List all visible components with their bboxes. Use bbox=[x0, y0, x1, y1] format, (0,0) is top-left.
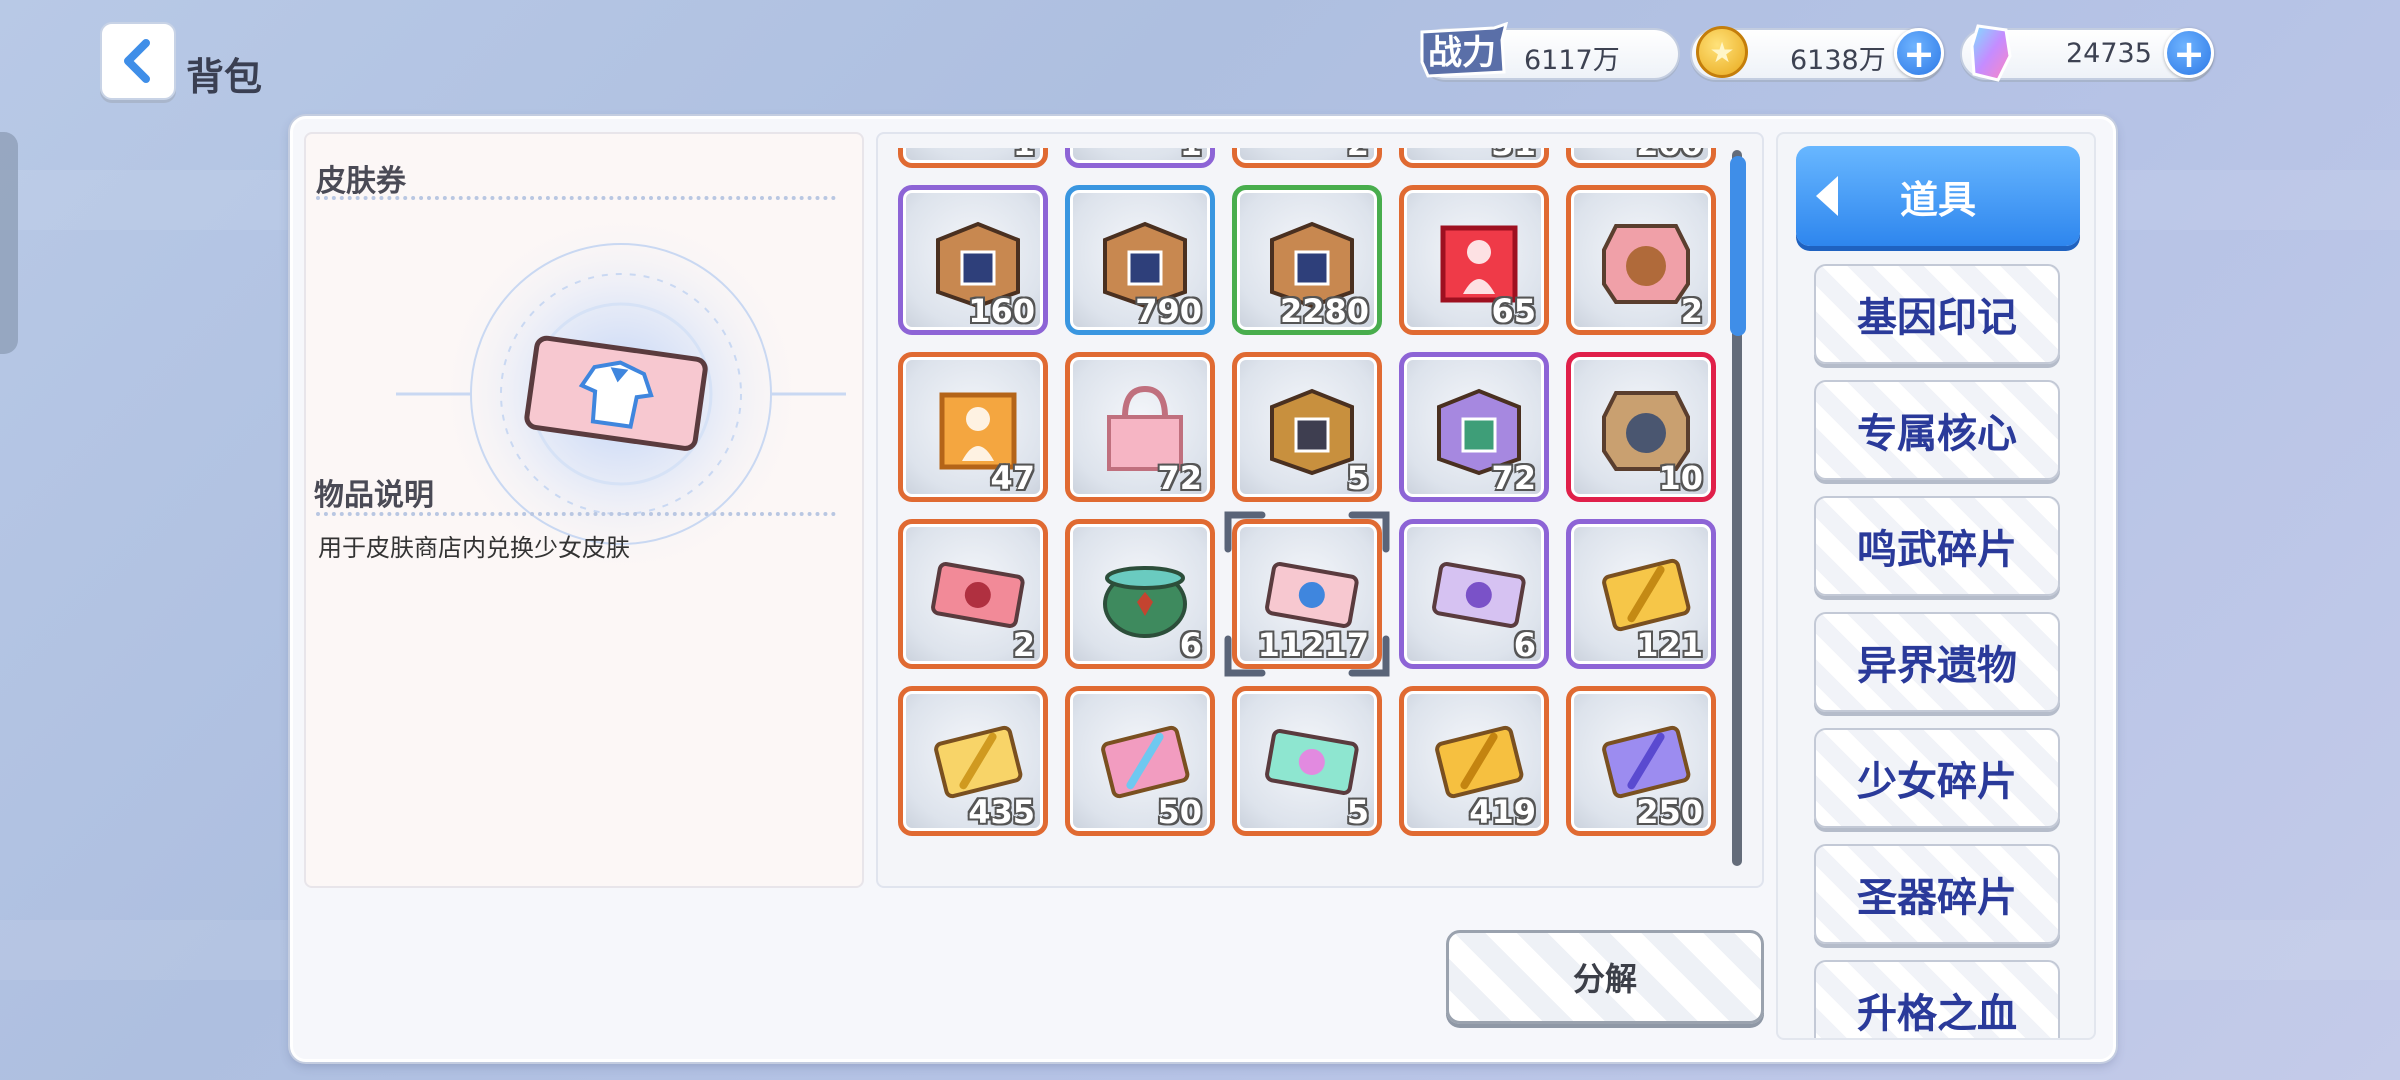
category-tab-weapon-shard[interactable]: 鸣武碎片 bbox=[1814, 496, 2060, 596]
inventory-item[interactable]: 10 bbox=[1566, 352, 1716, 502]
inventory-item[interactable]: 72 bbox=[1399, 352, 1549, 502]
item-name: 皮肤券 bbox=[316, 164, 406, 199]
category-tab-ascension-blood[interactable]: 升格之血 bbox=[1814, 960, 2060, 1038]
inventory-item[interactable]: 1 bbox=[1065, 148, 1215, 168]
gem-value: 24735 bbox=[2066, 38, 2152, 69]
item-count: 2 bbox=[1347, 148, 1369, 163]
item-count: 160 bbox=[968, 292, 1035, 330]
item-count: 50 bbox=[1157, 793, 1202, 831]
side-pull-tab[interactable] bbox=[0, 132, 18, 354]
category-tab-gene-imprint[interactable]: 基因印记 bbox=[1814, 264, 2060, 364]
inventory-item[interactable]: 250 bbox=[1566, 686, 1716, 836]
gold-value: 6138万 bbox=[1790, 45, 1886, 76]
item-count: 72 bbox=[1491, 459, 1536, 497]
inventory-item[interactable]: 2 bbox=[1232, 148, 1382, 168]
back-arrow-icon bbox=[124, 39, 150, 83]
item-count: 200 bbox=[1636, 148, 1703, 163]
inventory-item[interactable]: 65 bbox=[1399, 185, 1549, 335]
item-count: 435 bbox=[968, 793, 1035, 831]
item-count: 31 bbox=[1491, 148, 1536, 163]
description-title: 物品说明 bbox=[314, 478, 434, 513]
item-count: 1 bbox=[1180, 148, 1202, 163]
item-count: 419 bbox=[1469, 793, 1536, 831]
collapse-arrow-icon bbox=[1816, 176, 1838, 216]
page-title: 背包 bbox=[186, 55, 263, 99]
item-count: 2 bbox=[1012, 626, 1035, 664]
item-count: 65 bbox=[1491, 292, 1536, 330]
item-count: 5 bbox=[1346, 793, 1369, 831]
inventory-item[interactable]: 72 bbox=[1065, 352, 1215, 502]
item-count: 10 bbox=[1658, 459, 1703, 497]
inventory-item[interactable]: 2280 bbox=[1232, 185, 1382, 335]
inventory-item[interactable]: 50 bbox=[1065, 686, 1215, 836]
item-grid-viewport[interactable]: 1123120016079022806524772572102611217612… bbox=[898, 148, 1738, 874]
category-tab-girl-shard[interactable]: 少女碎片 bbox=[1814, 728, 2060, 828]
item-count: 2280 bbox=[1279, 292, 1369, 330]
category-active-label: 道具 bbox=[1899, 177, 1976, 222]
inventory-item[interactable]: 47 bbox=[898, 352, 1048, 502]
category-tab-otherworld-relic[interactable]: 异界遗物 bbox=[1814, 612, 2060, 712]
inventory-item[interactable]: 160 bbox=[898, 185, 1048, 335]
inventory-item[interactable]: 200 bbox=[1566, 148, 1716, 168]
selection-frame bbox=[1224, 511, 1390, 677]
power-badge-icon: 战力 bbox=[1420, 22, 1509, 78]
inventory-item[interactable]: 6 bbox=[1065, 519, 1215, 669]
category-nav: 道具 基因印记 专属核心 鸣武碎片 异界遗物 少女碎片 圣器碎片 升格之血 bbox=[1776, 132, 2096, 1040]
inventory-item[interactable]: 419 bbox=[1399, 686, 1549, 836]
inventory-item[interactable]: 2 bbox=[898, 519, 1048, 669]
power-label: 战力 bbox=[1428, 34, 1496, 72]
item-count: 6 bbox=[1513, 626, 1536, 664]
item-preview-halo bbox=[396, 209, 846, 579]
back-button[interactable] bbox=[100, 22, 176, 100]
inventory-item[interactable]: 31 bbox=[1399, 148, 1549, 168]
crystal-icon bbox=[1970, 24, 2012, 82]
inventory-item[interactable]: 790 bbox=[1065, 185, 1215, 335]
decompose-button[interactable]: 分解 bbox=[1446, 930, 1764, 1024]
item-count: 250 bbox=[1636, 793, 1703, 831]
item-count: 72 bbox=[1157, 459, 1202, 497]
item-count: 1 bbox=[1013, 148, 1035, 163]
gem-display: 24735 + bbox=[1960, 24, 2214, 82]
item-detail-panel: 皮肤券 物品说明 用于皮肤商店内兑换少女皮肤 bbox=[304, 132, 864, 888]
category-tab-artifact-shard[interactable]: 圣器碎片 bbox=[1814, 844, 2060, 944]
description-text: 用于皮肤商店内兑换少女皮肤 bbox=[318, 534, 630, 562]
item-count: 5 bbox=[1346, 459, 1369, 497]
gold-display: ★ 6138万 + bbox=[1690, 26, 1944, 80]
divider bbox=[316, 512, 836, 516]
item-count: 47 bbox=[990, 459, 1035, 497]
inventory-item[interactable]: 2 bbox=[1566, 185, 1716, 335]
item-count: 790 bbox=[1135, 292, 1202, 330]
inventory-item[interactable]: 5 bbox=[1232, 352, 1382, 502]
add-gem-button[interactable]: + bbox=[2164, 28, 2214, 78]
item-count: 121 bbox=[1636, 626, 1703, 664]
scrollbar-thumb[interactable] bbox=[1730, 156, 1746, 336]
item-count: 2 bbox=[1680, 292, 1703, 330]
category-tab-exclusive-core[interactable]: 专属核心 bbox=[1814, 380, 2060, 480]
power-value: 6117万 bbox=[1524, 45, 1620, 76]
inventory-item[interactable]: 121 bbox=[1566, 519, 1716, 669]
inventory-item[interactable]: 1 bbox=[898, 148, 1048, 168]
item-count: 6 bbox=[1179, 626, 1202, 664]
inventory-item[interactable]: 6 bbox=[1399, 519, 1549, 669]
category-tab-active[interactable]: 道具 bbox=[1796, 146, 2080, 246]
inventory-item[interactable]: 435 bbox=[898, 686, 1048, 836]
divider bbox=[316, 196, 836, 200]
inventory-item[interactable]: 5 bbox=[1232, 686, 1382, 836]
gold-coin-icon: ★ bbox=[1696, 26, 1748, 78]
add-gold-button[interactable]: + bbox=[1894, 28, 1944, 78]
item-grid-panel: 1123120016079022806524772572102611217612… bbox=[876, 132, 1764, 888]
power-display: 战力 6117万 bbox=[1420, 22, 1680, 80]
